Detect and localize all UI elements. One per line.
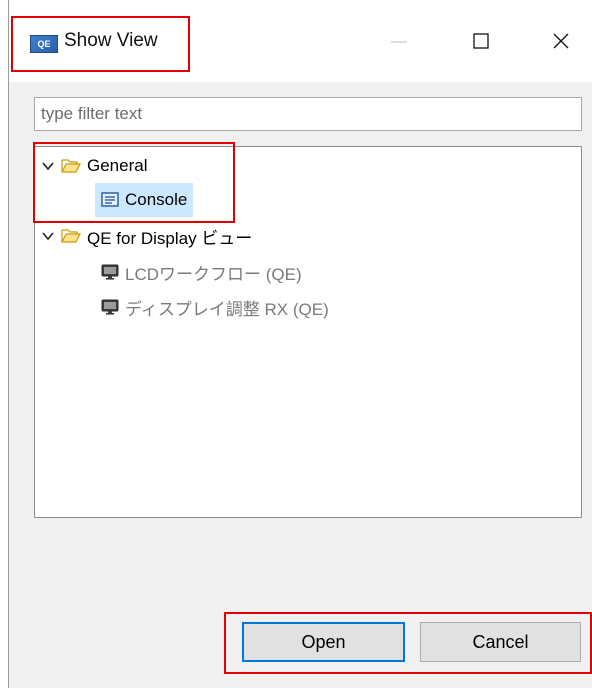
minimize-icon [391, 41, 407, 43]
monitor-icon [101, 264, 119, 280]
tree-group-qe-for-display[interactable]: QE for Display ビュー [41, 219, 252, 253]
tree-group-label: QE for Display ビュー [87, 228, 253, 248]
close-icon [553, 33, 569, 49]
maximize-icon [473, 33, 489, 49]
cancel-button[interactable]: Cancel [420, 622, 581, 662]
show-view-dialog: QE Show View type filter text General Co… [8, 0, 592, 688]
app-icon: QE [30, 35, 58, 53]
tree-item-label: Console [125, 190, 188, 209]
tree-item-display-adjustment[interactable]: ディスプレイ調整 RX (QE) [101, 290, 329, 324]
monitor-icon [101, 299, 119, 315]
folder-open-icon [61, 159, 81, 173]
filter-input[interactable] [34, 97, 582, 131]
view-tree[interactable]: General Console QE for Display ビュー LCDワー… [34, 146, 582, 518]
window-title: Show View [64, 30, 158, 51]
tree-item-console[interactable]: Console [95, 183, 194, 217]
tree-item-lcd-workflow[interactable]: LCDワークフロー (QE) [101, 255, 302, 289]
tree-group-label: General [87, 156, 148, 175]
minimize-button[interactable] [378, 22, 420, 60]
chevron-down-icon[interactable] [41, 159, 55, 173]
maximize-button[interactable] [460, 22, 502, 60]
title-bar[interactable]: QE Show View [9, 0, 592, 82]
close-button[interactable] [540, 22, 582, 60]
open-button[interactable]: Open [242, 622, 405, 662]
folder-open-icon [61, 229, 81, 243]
tree-group-general[interactable]: General [41, 149, 147, 183]
tree-item-label: LCDワークフロー (QE) [125, 264, 302, 284]
tree-item-label: ディスプレイ調整 RX (QE) [125, 299, 329, 319]
chevron-down-icon[interactable] [41, 229, 55, 243]
console-icon [101, 192, 119, 207]
